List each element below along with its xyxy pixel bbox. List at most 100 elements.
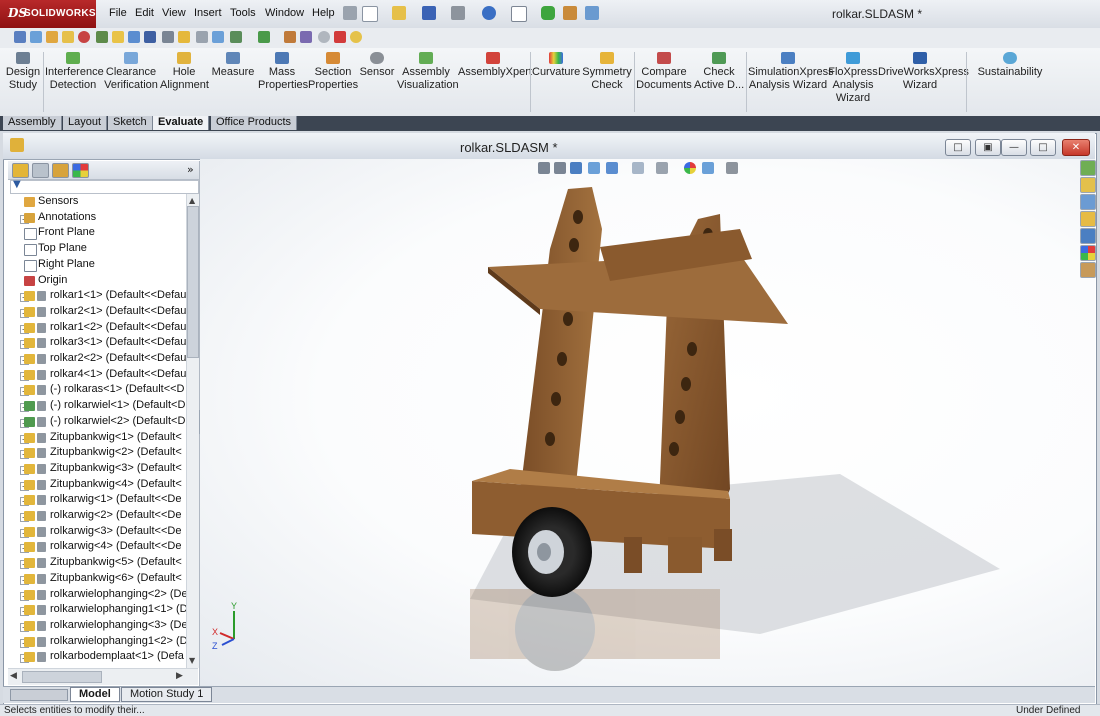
hole-alignment-button[interactable]: Hole Alignment (160, 52, 209, 92)
tile-icon[interactable]: ▣ (975, 139, 1001, 156)
tree-item[interactable]: +rolkar2<2> (Default<<Defau (8, 352, 186, 367)
task-pane-home-icon[interactable] (1080, 177, 1096, 193)
edit-appearance-icon[interactable] (684, 162, 696, 174)
mate-icon[interactable] (230, 31, 242, 43)
menu-help[interactable]: Help (312, 7, 335, 19)
design-library-icon[interactable] (1080, 194, 1096, 210)
tree-item[interactable]: +rolkarwig<4> (Default<<De (8, 540, 186, 555)
maximize-icon[interactable]: □ (1030, 139, 1056, 156)
view-settings-icon[interactable] (726, 162, 738, 174)
display-style-icon[interactable] (632, 162, 644, 174)
tab-assembly[interactable]: Assembly (3, 116, 62, 130)
section-properties-button[interactable]: Section Properties (308, 52, 358, 92)
configuration-manager-tab-icon[interactable] (52, 163, 69, 178)
stop-icon[interactable] (78, 31, 90, 43)
feature-manager-tab-icon[interactable] (12, 163, 29, 178)
graphics-area[interactable]: Y X Z (200, 159, 1095, 686)
balloon-icon[interactable] (62, 31, 74, 43)
annotation-icon[interactable] (30, 31, 42, 43)
tab-office-products[interactable]: Office Products (211, 116, 297, 130)
appearance-icon[interactable] (334, 31, 346, 43)
floxpress-button[interactable]: FloXpress Analysis Wizard (828, 52, 878, 105)
mass-properties-button[interactable]: Mass Properties (258, 52, 308, 92)
tree-item[interactable]: +(-) rolkarwiel<1> (Default<D (8, 399, 186, 414)
hide-show-icon[interactable] (656, 162, 668, 174)
scroll-up-icon[interactable]: ▲ (189, 196, 195, 205)
symmetry-check-button[interactable]: Symmetry Check (582, 52, 632, 92)
close-icon[interactable]: ✕ (1062, 139, 1090, 156)
tree-item[interactable]: +rolkarbodemplaat<1> (Defa (8, 650, 186, 665)
tree-item[interactable]: +rolkarwig<2> (Default<<De (8, 509, 186, 524)
sensor-button[interactable]: Sensor (359, 52, 395, 79)
tab-motion-study[interactable]: Motion Study 1 (121, 687, 213, 702)
rotate-icon[interactable] (212, 31, 224, 43)
reference-geometry-icon[interactable] (300, 31, 312, 43)
tree-item[interactable]: +(-) rolkarwiel<2> (Default<D (8, 415, 186, 430)
appearances-icon[interactable] (1080, 245, 1096, 261)
menu-file[interactable]: File (109, 7, 127, 19)
select-arrow-icon[interactable] (511, 6, 527, 22)
minimize-icon[interactable]: — (1001, 139, 1027, 156)
scroll-down-icon[interactable]: ▼ (189, 656, 195, 665)
assembly-visualization-button[interactable]: Assembly Visualization (397, 52, 459, 92)
apply-scene-icon[interactable] (702, 162, 714, 174)
display-manager-tab-icon[interactable] (72, 163, 89, 178)
tree-item[interactable]: +rolkar2<1> (Default<<Defau (8, 305, 186, 320)
note-icon[interactable] (46, 31, 58, 43)
move-icon[interactable] (196, 31, 208, 43)
scroll-left-icon[interactable]: ◀ (10, 671, 17, 681)
tree-item[interactable]: Right Plane (8, 258, 186, 273)
tree-item[interactable]: +rolkarwig<3> (Default<<De (8, 525, 186, 540)
tree-item[interactable]: +Zitupbankwig<5> (Default< (8, 556, 186, 571)
view-orientation-icon[interactable] (606, 162, 618, 174)
sustainability-button[interactable]: Sustainability (976, 52, 1044, 79)
tree-item[interactable]: Sensors (8, 195, 186, 210)
tree-item[interactable]: +rolkar3<1> (Default<<Defau (8, 336, 186, 351)
file-properties-icon[interactable] (563, 6, 577, 20)
menu-tools[interactable]: Tools (230, 7, 256, 19)
warning-icon[interactable] (178, 31, 190, 43)
tree-item[interactable]: +Zitupbankwig<2> (Default< (8, 446, 186, 461)
tree-item[interactable]: +rolkarwielophanging<2> (De (8, 588, 186, 603)
tree-hscroll-thumb[interactable] (22, 671, 102, 683)
tab-evaluate[interactable]: Evaluate (153, 116, 210, 130)
rebuild-icon[interactable] (541, 6, 555, 20)
menu-view[interactable]: View (162, 7, 186, 19)
menu-insert[interactable]: Insert (194, 7, 222, 19)
view-palette-icon[interactable] (1080, 228, 1096, 244)
compare-documents-button[interactable]: Compare Documents (636, 52, 692, 92)
print-icon[interactable] (451, 6, 465, 20)
dimension-icon[interactable] (162, 31, 174, 43)
tree-item[interactable]: +(-) rolkaras<1> (Default<<D (8, 383, 186, 398)
check-active-document-button[interactable]: Check Active D... (694, 52, 744, 92)
task-pane-resources-icon[interactable] (1080, 160, 1096, 176)
zoom-to-fit-icon[interactable] (538, 162, 550, 174)
explode-icon[interactable] (284, 31, 296, 43)
tree-item[interactable]: +rolkar4<1> (Default<<Defau (8, 368, 186, 383)
driveworksxpress-button[interactable]: DriveWorksXpress Wizard (878, 52, 969, 92)
clearance-verification-button[interactable]: Clearance Verification (104, 52, 158, 92)
smart-fastener-icon[interactable] (258, 31, 270, 43)
previous-view-icon[interactable] (570, 162, 582, 174)
tree-item[interactable]: +Annotations (8, 211, 186, 226)
pin-icon[interactable] (343, 6, 357, 20)
save-icon[interactable] (422, 6, 436, 20)
scene-icon[interactable] (350, 31, 362, 43)
checkmark-icon[interactable] (112, 31, 124, 43)
options-icon[interactable] (585, 6, 599, 20)
property-manager-tab-icon[interactable] (32, 163, 49, 178)
tree-item[interactable]: Top Plane (8, 242, 186, 257)
pattern-icon[interactable] (318, 31, 330, 43)
undo-icon[interactable] (482, 6, 496, 20)
tree-item[interactable]: +Zitupbankwig<6> (Default< (8, 572, 186, 587)
tree-item[interactable]: +Zitupbankwig<1> (Default< (8, 431, 186, 446)
simulationxpress-button[interactable]: SimulationXpress Analysis Wizard (748, 52, 834, 92)
interference-detection-button[interactable]: Interference Detection (45, 52, 104, 92)
menu-edit[interactable]: Edit (135, 7, 154, 19)
tree-item[interactable]: +Zitupbankwig<4> (Default< (8, 478, 186, 493)
design-study-button[interactable]: Design Study (4, 52, 42, 92)
layer-icon[interactable] (96, 31, 108, 43)
tree-item[interactable]: +rolkar1<1> (Default<<Defau (8, 289, 186, 304)
tree-item[interactable]: +rolkarwielophanging1<1> (D (8, 603, 186, 618)
menu-window[interactable]: Window (265, 7, 304, 19)
